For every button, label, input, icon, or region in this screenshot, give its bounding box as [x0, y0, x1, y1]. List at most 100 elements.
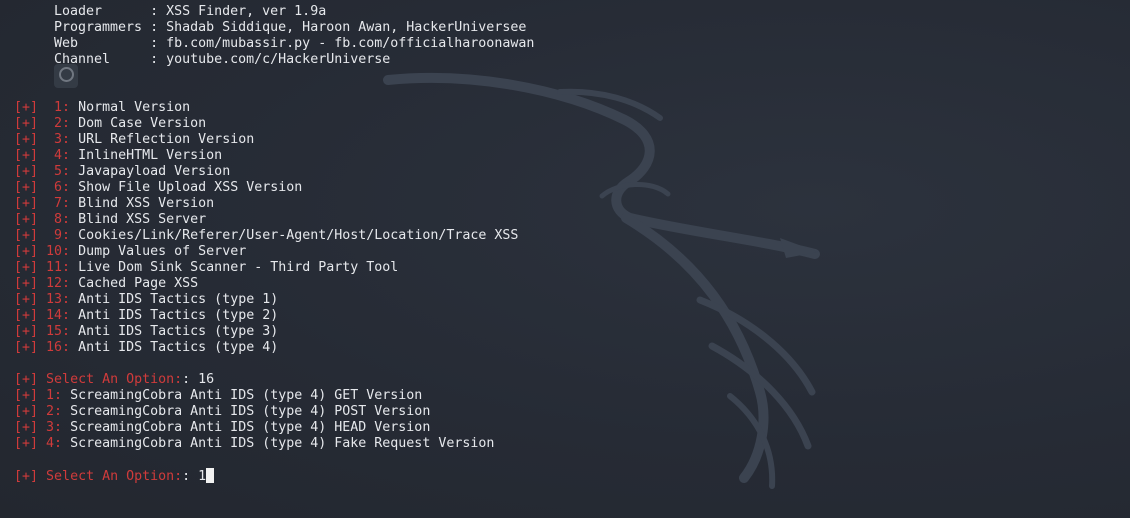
header-loader-key: Loader	[54, 4, 151, 19]
menu-item: [+] 15: Anti IDS Tactics (type 3)	[14, 324, 278, 340]
option-prompt: [+] Select An Option:: 16	[14, 372, 214, 388]
prompt-label: Select An Option:	[46, 469, 183, 484]
submenu-prefix: [+]	[14, 404, 39, 419]
menu-item: [+] 3: URL Reflection Version	[14, 132, 254, 148]
menu-prefix: [+]	[14, 340, 39, 355]
menu-item: [+] 16: Anti IDS Tactics (type 4)	[14, 340, 278, 356]
menu-prefix: [+]	[14, 292, 39, 307]
submenu-num: 1:	[46, 388, 63, 403]
header-loader-value: XSS Finder, ver 1.9a	[166, 4, 327, 19]
menu-num: 15:	[46, 324, 71, 339]
option-input-line[interactable]: [+] Select An Option:: 1	[14, 468, 215, 484]
header-programmers-value: Shadab Siddique, Haroon Awan, HackerUniv…	[166, 20, 527, 35]
menu-num: 12:	[46, 276, 71, 291]
menu-label: Anti IDS Tactics (type 2)	[78, 308, 279, 323]
menu-label: Anti IDS Tactics (type 3)	[78, 324, 279, 339]
header-channel-line: Channel : youtube.com/c/HackerUniverse	[54, 52, 390, 68]
submenu-label: ScreamingCobra Anti IDS (type 4) Fake Re…	[70, 436, 495, 451]
prompt-sep: :	[182, 372, 199, 387]
header-channel-sep: :	[150, 52, 167, 67]
submenu-item: [+] 2: ScreamingCobra Anti IDS (type 4) …	[14, 404, 430, 420]
menu-label: Live Dom Sink Scanner - Third Party Tool	[78, 260, 399, 275]
menu-num: 8:	[46, 212, 71, 227]
submenu-prefix: [+]	[14, 388, 39, 403]
menu-num: 5:	[46, 164, 71, 179]
submenu-num: 2:	[46, 404, 63, 419]
menu-prefix: [+]	[14, 212, 39, 227]
header-programmers-sep: :	[150, 20, 167, 35]
menu-label: InlineHTML Version	[78, 148, 223, 163]
menu-label: Dump Values of Server	[78, 244, 247, 259]
menu-num: 16:	[46, 340, 71, 355]
menu-item: [+] 10: Dump Values of Server	[14, 244, 246, 260]
menu-num: 6:	[46, 180, 71, 195]
menu-prefix: [+]	[14, 260, 39, 275]
menu-num: 2:	[46, 116, 71, 131]
header-web-key: Web	[54, 36, 151, 51]
header-loader-line: Loader : XSS Finder, ver 1.9a	[54, 4, 326, 20]
menu-prefix: [+]	[14, 100, 39, 115]
menu-label: Dom Case Version	[78, 116, 207, 131]
menu-prefix: [+]	[14, 148, 39, 163]
submenu-prefix: [+]	[14, 420, 39, 435]
menu-prefix: [+]	[14, 308, 39, 323]
submenu-label: ScreamingCobra Anti IDS (type 4) POST Ve…	[70, 404, 431, 419]
menu-prefix: [+]	[14, 276, 39, 291]
menu-label: Anti IDS Tactics (type 1)	[78, 292, 279, 307]
menu-prefix: [+]	[14, 180, 39, 195]
header-channel-key: Channel	[54, 52, 151, 67]
submenu-item: [+] 1: ScreamingCobra Anti IDS (type 4) …	[14, 388, 422, 404]
menu-label: Anti IDS Tactics (type 4)	[78, 340, 279, 355]
header-web-sep: :	[150, 36, 167, 51]
menu-item: [+] 1: Normal Version	[14, 100, 190, 116]
menu-num: 11:	[46, 260, 71, 275]
menu-item: [+] 7: Blind XSS Version	[14, 196, 214, 212]
header-web-value: fb.com/mubassir.py - fb.com/officialharo…	[166, 36, 535, 51]
menu-num: 1:	[46, 100, 71, 115]
menu-prefix: [+]	[14, 132, 39, 147]
menu-label: Javapayload Version	[78, 164, 231, 179]
header-channel-value: youtube.com/c/HackerUniverse	[166, 52, 391, 67]
menu-item: [+] 11: Live Dom Sink Scanner - Third Pa…	[14, 260, 398, 276]
menu-label: URL Reflection Version	[78, 132, 255, 147]
menu-num: 10:	[46, 244, 71, 259]
prompt-sep: :	[182, 469, 199, 484]
prompt-label: Select An Option:	[46, 372, 183, 387]
prompt-prefix: [+]	[14, 372, 39, 387]
prompt-prefix: [+]	[14, 469, 39, 484]
menu-prefix: [+]	[14, 164, 39, 179]
menu-item: [+] 4: InlineHTML Version	[14, 148, 222, 164]
cursor-icon	[206, 468, 215, 483]
menu-item: [+] 2: Dom Case Version	[14, 116, 206, 132]
menu-label: Blind XSS Server	[78, 212, 207, 227]
menu-label: Show File Upload XSS Version	[78, 180, 303, 195]
menu-num: 4:	[46, 148, 71, 163]
menu-prefix: [+]	[14, 228, 39, 243]
menu-item: [+] 14: Anti IDS Tactics (type 2)	[14, 308, 278, 324]
option-input-value[interactable]: 1	[198, 469, 206, 484]
menu-item: [+] 5: Javapayload Version	[14, 164, 230, 180]
submenu-label: ScreamingCobra Anti IDS (type 4) HEAD Ve…	[70, 420, 431, 435]
menu-num: 9:	[46, 228, 71, 243]
terminal-window[interactable]: Loader : XSS Finder, ver 1.9a Programmer…	[0, 0, 1130, 518]
menu-item: [+] 9: Cookies/Link/Referer/User-Agent/H…	[14, 228, 518, 244]
menu-label: Cached Page XSS	[78, 276, 199, 291]
submenu-item: [+] 3: ScreamingCobra Anti IDS (type 4) …	[14, 420, 430, 436]
menu-item: [+] 13: Anti IDS Tactics (type 1)	[14, 292, 278, 308]
header-loader-sep: :	[150, 4, 167, 19]
menu-item: [+] 8: Blind XSS Server	[14, 212, 206, 228]
submenu-num: 4:	[46, 436, 63, 451]
menu-label: Cookies/Link/Referer/User-Agent/Host/Loc…	[78, 228, 519, 243]
menu-item: [+] 6: Show File Upload XSS Version	[14, 180, 302, 196]
prompt-value: 16	[198, 372, 215, 387]
header-programmers-line: Programmers : Shadab Siddique, Haroon Aw…	[54, 20, 526, 36]
submenu-prefix: [+]	[14, 436, 39, 451]
menu-num: 13:	[46, 292, 71, 307]
menu-item: [+] 12: Cached Page XSS	[14, 276, 198, 292]
submenu-item: [+] 4: ScreamingCobra Anti IDS (type 4) …	[14, 436, 494, 452]
menu-prefix: [+]	[14, 196, 39, 211]
menu-num: 7:	[46, 196, 71, 211]
submenu-label: ScreamingCobra Anti IDS (type 4) GET Ver…	[70, 388, 423, 403]
header-web-line: Web : fb.com/mubassir.py - fb.com/offici…	[54, 36, 534, 52]
submenu-num: 3:	[46, 420, 63, 435]
